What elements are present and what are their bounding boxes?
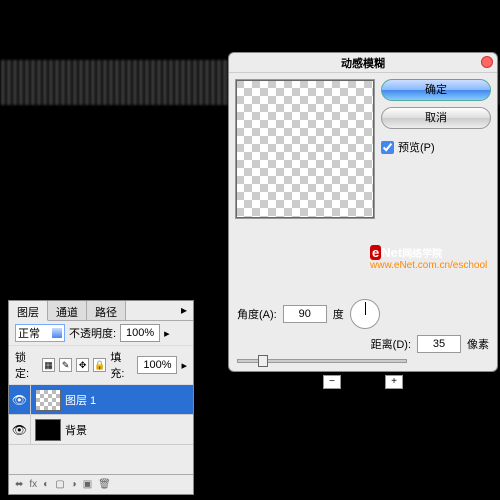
preview-thumbnail[interactable] (235, 79, 375, 219)
fill-input[interactable] (137, 356, 177, 374)
lock-all-icon[interactable]: 🔒 (93, 358, 106, 372)
mask-icon[interactable]: ◐ (43, 479, 49, 490)
fill-arrow-icon[interactable]: ▸ (181, 359, 187, 372)
ok-button[interactable]: 确定 (381, 79, 491, 101)
cancel-button[interactable]: 取消 (381, 107, 491, 129)
brand-e: e (370, 245, 381, 260)
distance-input[interactable] (417, 335, 461, 353)
lock-transparency-icon[interactable]: ▦ (42, 358, 55, 372)
close-icon[interactable] (481, 56, 493, 68)
visibility-icon[interactable]: 👁 (9, 385, 31, 415)
preview-checkbox[interactable] (381, 141, 394, 154)
angle-unit: 度 (333, 306, 344, 322)
watermark: eNet网络学院 www.eNet.com.cn/eschool (370, 245, 487, 271)
zoom-value: 100% (349, 376, 377, 388)
layer-thumbnail[interactable] (35, 389, 61, 411)
angle-input[interactable] (283, 305, 327, 323)
trash-icon[interactable]: 🗑 (98, 479, 111, 490)
brand-net: Net (381, 245, 402, 260)
watermark-url: www.eNet.com.cn/eschool (370, 260, 487, 271)
opacity-input[interactable] (120, 324, 160, 342)
visibility-icon[interactable]: 👁 (9, 415, 31, 445)
opacity-arrow-icon[interactable]: ▸ (164, 327, 170, 340)
distance-label: 距离(D): (371, 336, 411, 352)
preview-label: 预览(P) (398, 139, 435, 155)
layer-row[interactable]: 👁 背景 (9, 415, 193, 445)
lock-paint-icon[interactable]: ✎ (59, 358, 72, 372)
motion-blur-dialog: 动感模糊 确定 取消 预览(P) − 100% + 角度(A): 度 距离(D)… (228, 52, 498, 372)
dialog-titlebar[interactable]: 动感模糊 (229, 53, 497, 73)
layers-footer: ⬌ fx ◐ ▢ ◑ ▣ 🗑 (9, 474, 193, 494)
layers-panel: 图层 通道 路径 ▸ 正常 不透明度: ▸ 锁定: ▦ ✎ ✥ 🔒 填充: ▸ … (8, 300, 194, 495)
new-layer-icon[interactable]: ▣ (83, 479, 92, 490)
adjustment-icon[interactable]: ◑ (71, 479, 77, 490)
folder-icon[interactable]: ▢ (55, 479, 64, 490)
distance-slider[interactable] (237, 359, 407, 363)
slider-thumb[interactable] (258, 355, 268, 367)
fill-label: 填充: (110, 349, 133, 381)
angle-wheel[interactable] (350, 299, 380, 329)
layer-name: 背景 (65, 422, 87, 438)
opacity-label: 不透明度: (69, 325, 116, 341)
brand-suffix: 网络学院 (402, 249, 442, 260)
zoom-out-button[interactable]: − (323, 375, 341, 389)
lock-move-icon[interactable]: ✥ (76, 358, 89, 372)
angle-label: 角度(A): (237, 306, 277, 322)
tab-channels[interactable]: 通道 (48, 301, 87, 320)
lock-label: 锁定: (15, 349, 38, 381)
blend-mode-select[interactable]: 正常 (15, 324, 65, 342)
link-icon[interactable]: ⬌ (15, 479, 23, 490)
fx-icon[interactable]: fx (29, 479, 37, 490)
tab-paths[interactable]: 路径 (87, 301, 126, 320)
dialog-title: 动感模糊 (341, 55, 385, 71)
zoom-in-button[interactable]: + (385, 375, 403, 389)
panel-menu-icon[interactable]: ▸ (175, 301, 193, 320)
tab-layers[interactable]: 图层 (9, 301, 48, 321)
preview-checkbox-row[interactable]: 预览(P) (381, 139, 491, 155)
layer-name: 图层 1 (65, 392, 96, 408)
distance-unit: 像素 (467, 336, 489, 352)
layer-thumbnail[interactable] (35, 419, 61, 441)
layer-row[interactable]: 👁 图层 1 (9, 385, 193, 415)
